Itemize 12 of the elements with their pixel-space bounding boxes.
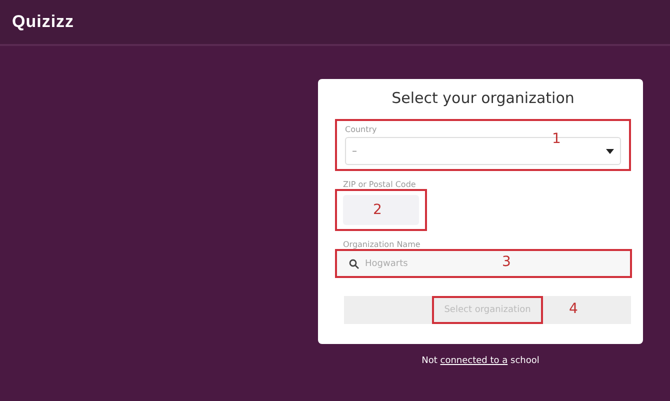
field-label: ZIP or Postal Code <box>343 180 417 189</box>
annotation-number: 2 <box>373 202 382 218</box>
annotation-number: 4 <box>569 301 578 317</box>
school-link[interactable]: connected to a <box>440 356 508 366</box>
annotation-number: 3 <box>502 254 511 270</box>
caret-icon <box>606 148 614 154</box>
field-label: Country <box>345 125 378 134</box>
search-icon <box>349 258 359 268</box>
logo: Quizizz <box>12 12 74 32</box>
footer-text: Not connected to a school <box>420 356 540 366</box>
field-label: Organization Name <box>343 240 422 249</box>
card-title: Select your organization <box>390 89 576 107</box>
